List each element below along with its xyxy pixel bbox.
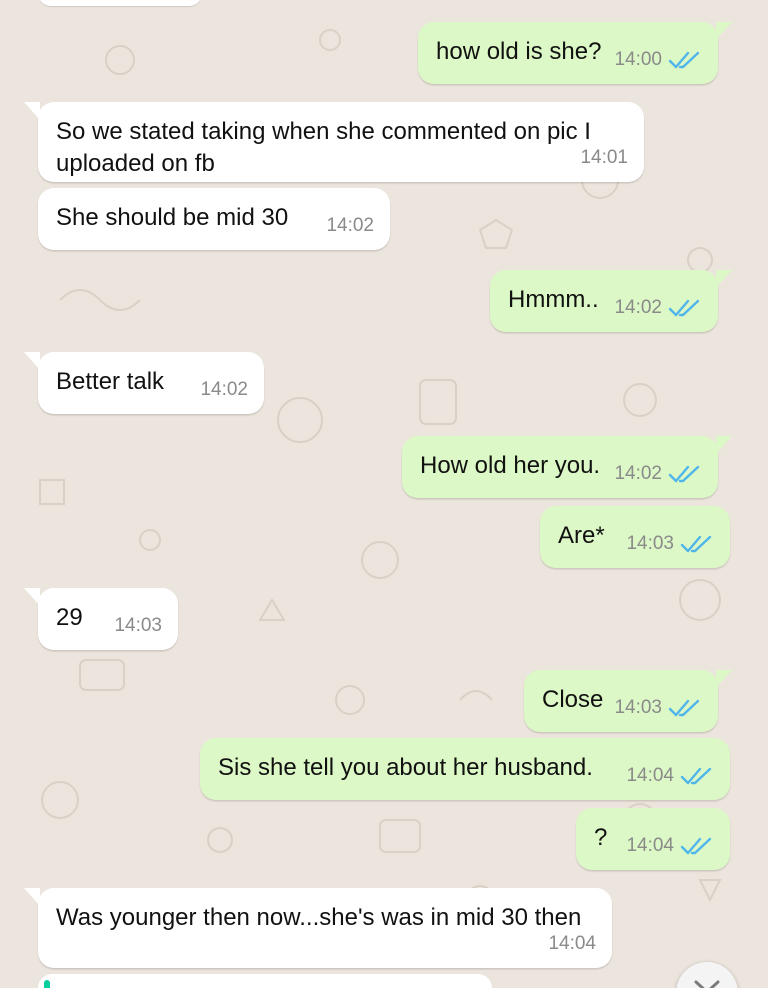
message-meta: 14:03 xyxy=(114,610,162,642)
message-time: 14:04 xyxy=(626,765,674,786)
double-check-read-icon xyxy=(668,465,700,483)
message-bubble-incoming[interactable]: So we stated taking when she commented o… xyxy=(24,102,644,182)
partial-message-bottom xyxy=(38,974,492,988)
message-bubble-outgoing[interactable]: Close 14:03 xyxy=(524,670,732,732)
message-text: ? xyxy=(594,824,608,851)
message-meta: 14:02 xyxy=(326,210,374,242)
chat-window[interactable]: how old is she? 14:00 So we stated takin… xyxy=(0,0,768,988)
message-time: 14:00 xyxy=(614,49,662,70)
message-time: 14:03 xyxy=(614,697,662,718)
message-bubble-outgoing[interactable]: ? 14:04 xyxy=(576,808,730,870)
message-time: 14:01 xyxy=(580,147,628,168)
message-time: 14:04 xyxy=(548,933,596,954)
message-meta: 14:04 xyxy=(626,760,714,792)
partial-message-top xyxy=(38,0,202,6)
message-text: Better talk xyxy=(56,368,165,395)
message-time: 14:02 xyxy=(200,379,248,400)
double-check-read-icon xyxy=(680,535,712,553)
message-bubble-outgoing[interactable]: How old her you. 14:02 xyxy=(402,436,732,498)
message-meta: 14:02 xyxy=(614,292,702,324)
message-meta: 14:00 xyxy=(614,44,702,76)
double-check-read-icon xyxy=(668,51,700,69)
message-text: 29 xyxy=(56,604,83,631)
message-text: Are* xyxy=(558,522,605,549)
message-meta: 14:01 xyxy=(580,142,628,174)
message-bubble-incoming[interactable]: Was younger then now...she's was in mid … xyxy=(24,888,612,968)
quoted-message-bar xyxy=(44,980,50,988)
message-text: Close xyxy=(542,686,604,713)
message-bubble-outgoing[interactable]: Hmmm.. 14:02 xyxy=(490,270,732,332)
message-time: 14:03 xyxy=(626,533,674,554)
message-text: Was younger then now...she's was in mid … xyxy=(56,904,582,931)
message-meta: 14:04 xyxy=(548,928,596,960)
message-meta: 14:02 xyxy=(614,458,702,490)
double-check-read-icon xyxy=(668,699,700,717)
message-meta: 14:04 xyxy=(626,830,714,862)
message-time: 14:02 xyxy=(614,297,662,318)
double-check-read-icon xyxy=(680,837,712,855)
double-check-read-icon xyxy=(668,299,700,317)
message-text: How old her you. xyxy=(420,452,601,479)
scroll-down-button[interactable] xyxy=(676,962,738,988)
message-text: Hmmm.. xyxy=(508,286,599,313)
message-time: 14:02 xyxy=(326,215,374,236)
message-text: how old is she? xyxy=(436,38,602,65)
message-meta: 14:03 xyxy=(614,692,702,724)
message-bubble-outgoing[interactable]: how old is she? 14:00 xyxy=(418,22,732,84)
message-time: 14:03 xyxy=(114,615,162,636)
message-text: Sis she tell you about her husband. xyxy=(218,754,593,781)
message-bubble-outgoing[interactable]: Sis she tell you about her husband. 14:0… xyxy=(200,738,730,800)
message-text: So we stated taking when she commented o… xyxy=(56,118,591,177)
message-time: 14:04 xyxy=(626,835,674,856)
chevron-down-icon xyxy=(694,980,720,988)
message-text: She should be mid 30 xyxy=(56,204,289,231)
message-bubble-incoming[interactable]: She should be mid 30 14:02 xyxy=(38,188,390,250)
message-bubble-incoming[interactable]: 29 14:03 xyxy=(24,588,178,650)
message-bubble-outgoing[interactable]: Are* 14:03 xyxy=(540,506,730,568)
message-meta: 14:02 xyxy=(200,374,248,406)
message-time: 14:02 xyxy=(614,463,662,484)
double-check-read-icon xyxy=(680,767,712,785)
message-meta: 14:03 xyxy=(626,528,714,560)
message-bubble-incoming[interactable]: Better talk 14:02 xyxy=(24,352,264,414)
